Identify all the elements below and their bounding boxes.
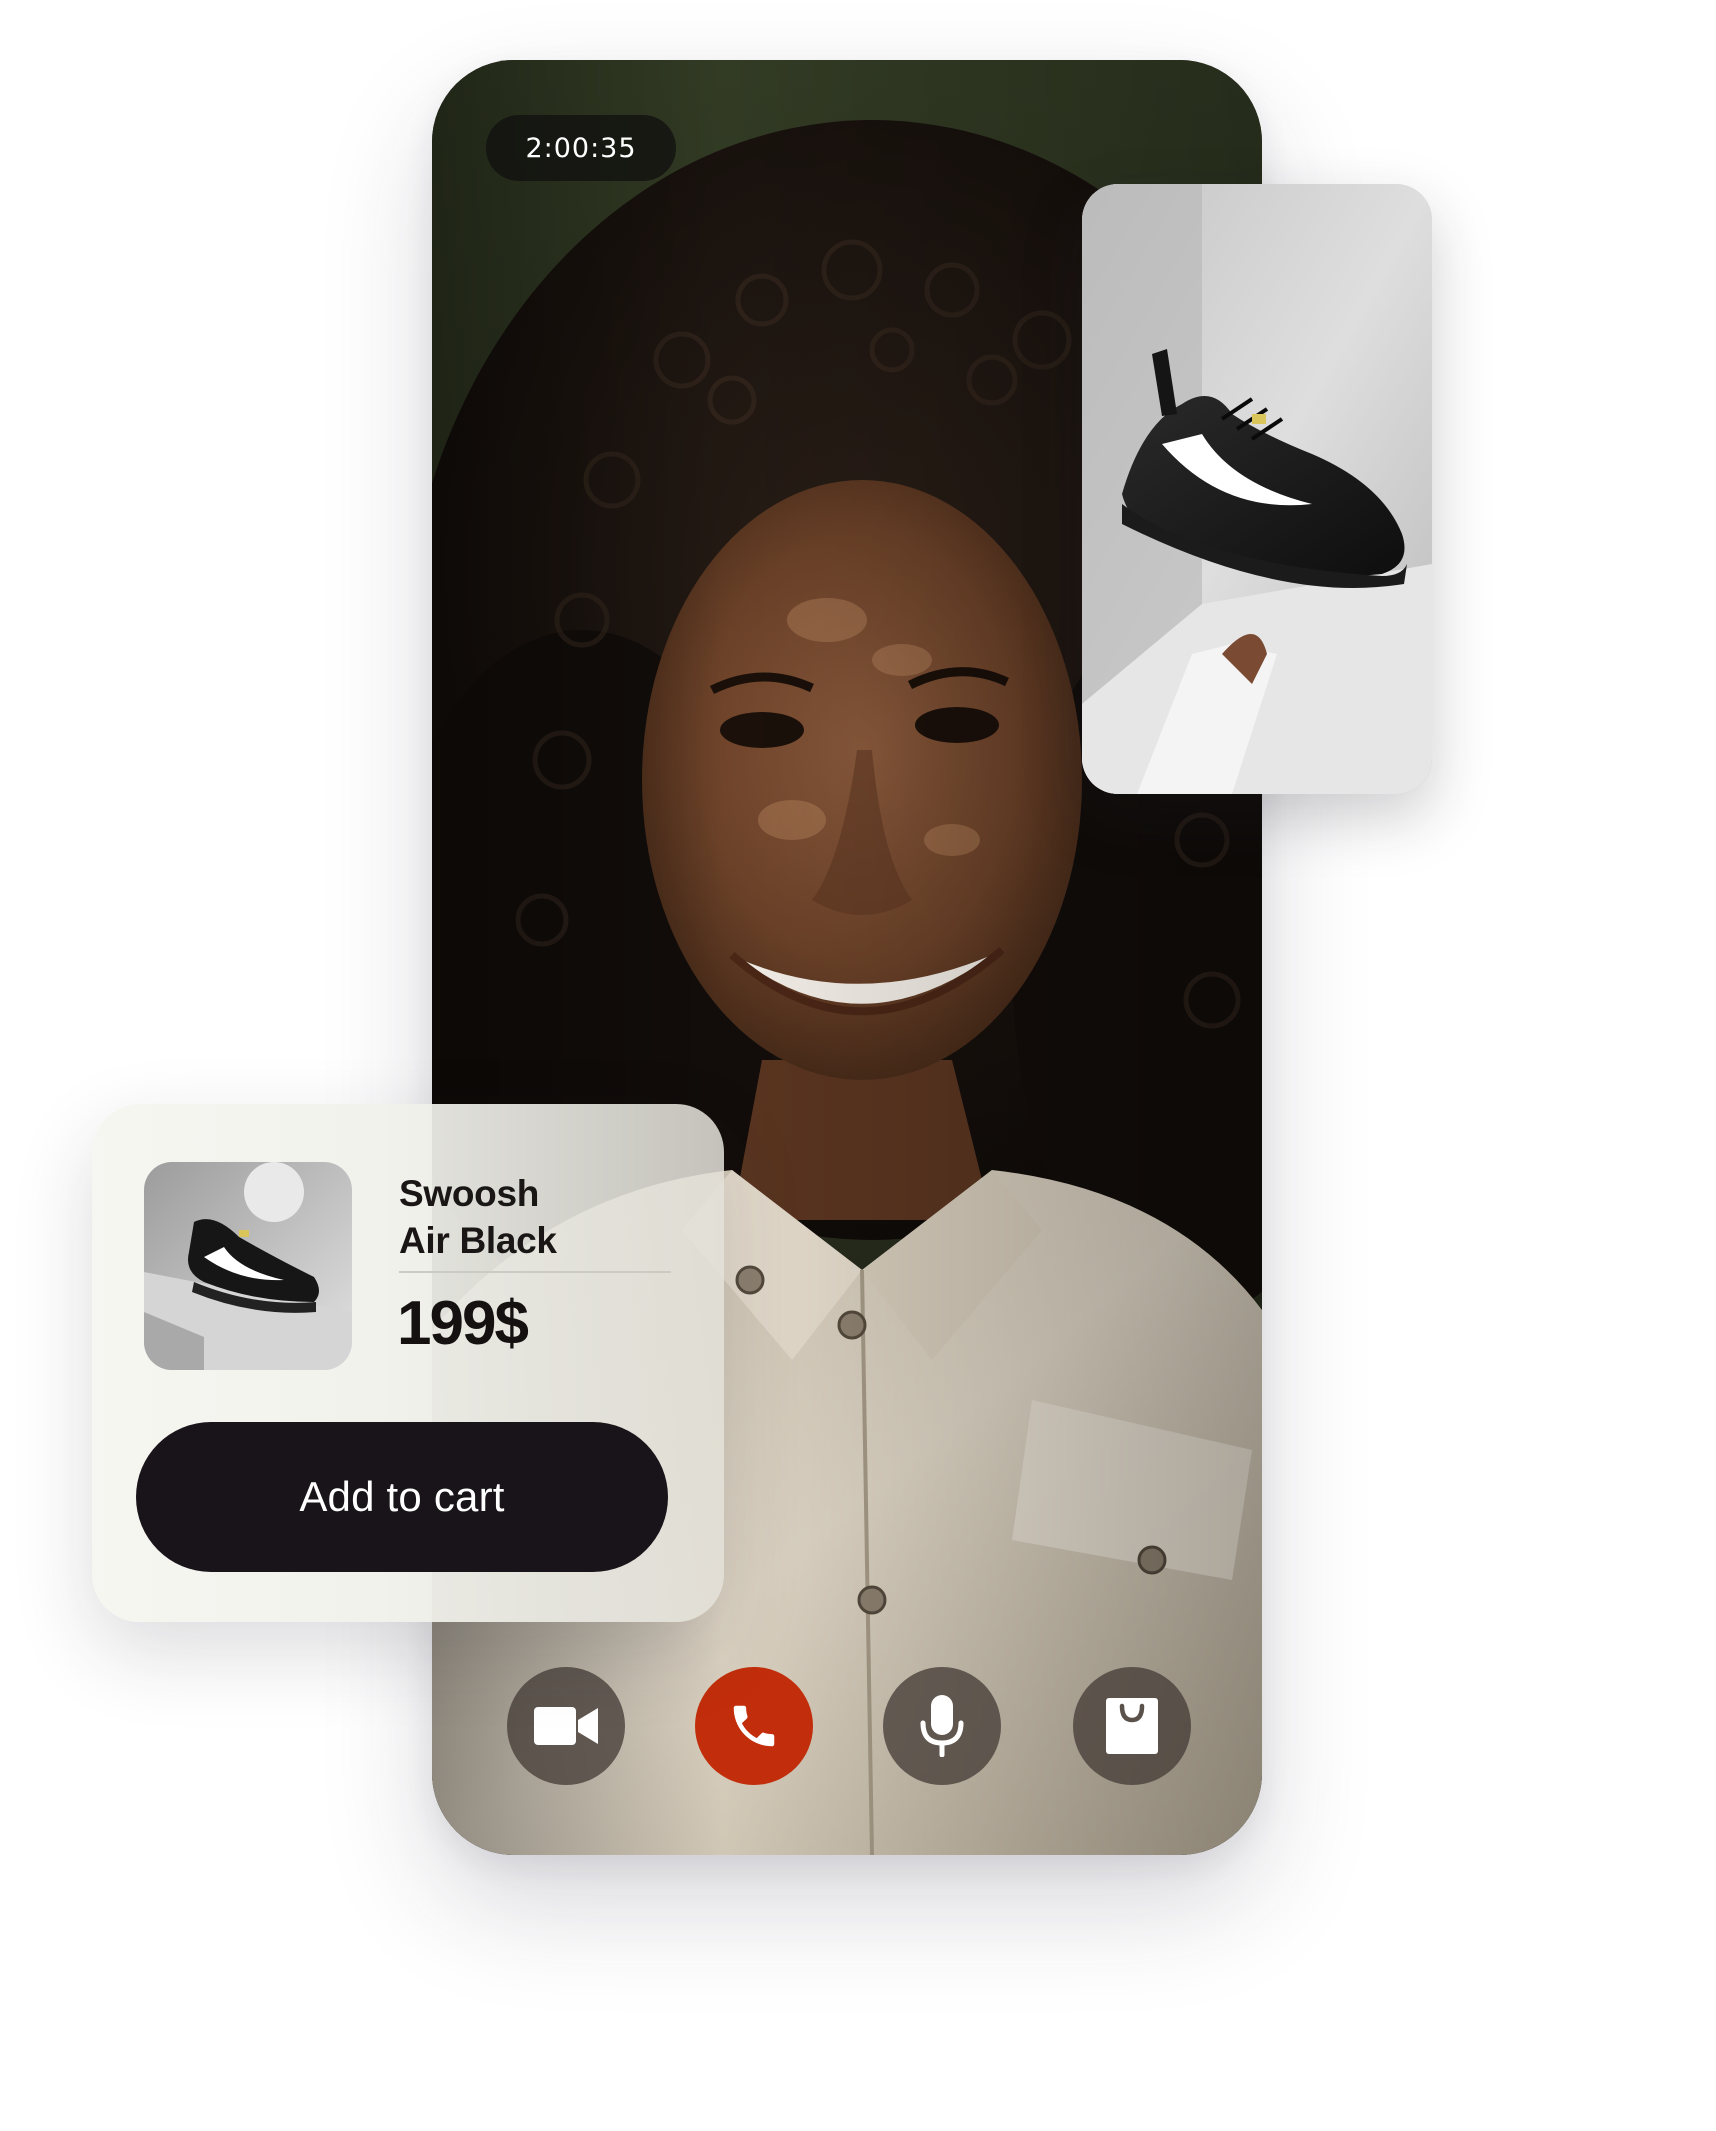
hang-up-button[interactable] [695, 1667, 813, 1785]
product-card: Swoosh Air Black 199$ Add to cart [92, 1104, 724, 1622]
divider [399, 1271, 671, 1273]
product-video-preview[interactable] [1082, 184, 1432, 794]
sneaker-product-image [144, 1162, 352, 1370]
microphone-toggle-button[interactable] [883, 1667, 1001, 1785]
camera-toggle-button[interactable] [507, 1667, 625, 1785]
call-timer: 2:00:35 [486, 115, 676, 181]
call-controls [432, 1667, 1262, 1787]
product-thumbnail[interactable] [144, 1162, 352, 1370]
shopping-bag-icon [1106, 1698, 1158, 1754]
microphone-icon [920, 1695, 964, 1757]
product-price: 199$ [397, 1289, 529, 1358]
screen: 2:00:35 Swoosh Air Black 199$ Add to car… [0, 0, 1716, 2131]
video-camera-icon [534, 1707, 598, 1745]
product-name-line-2: Air Black [399, 1220, 557, 1261]
product-name: Swoosh Air Black [399, 1170, 689, 1264]
product-name-line-1: Swoosh [399, 1173, 540, 1214]
phone-hangup-icon [733, 1705, 775, 1747]
add-to-cart-button[interactable]: Add to cart [136, 1422, 668, 1572]
sneaker-in-hand-image [1082, 184, 1432, 794]
shopping-bag-button[interactable] [1073, 1667, 1191, 1785]
